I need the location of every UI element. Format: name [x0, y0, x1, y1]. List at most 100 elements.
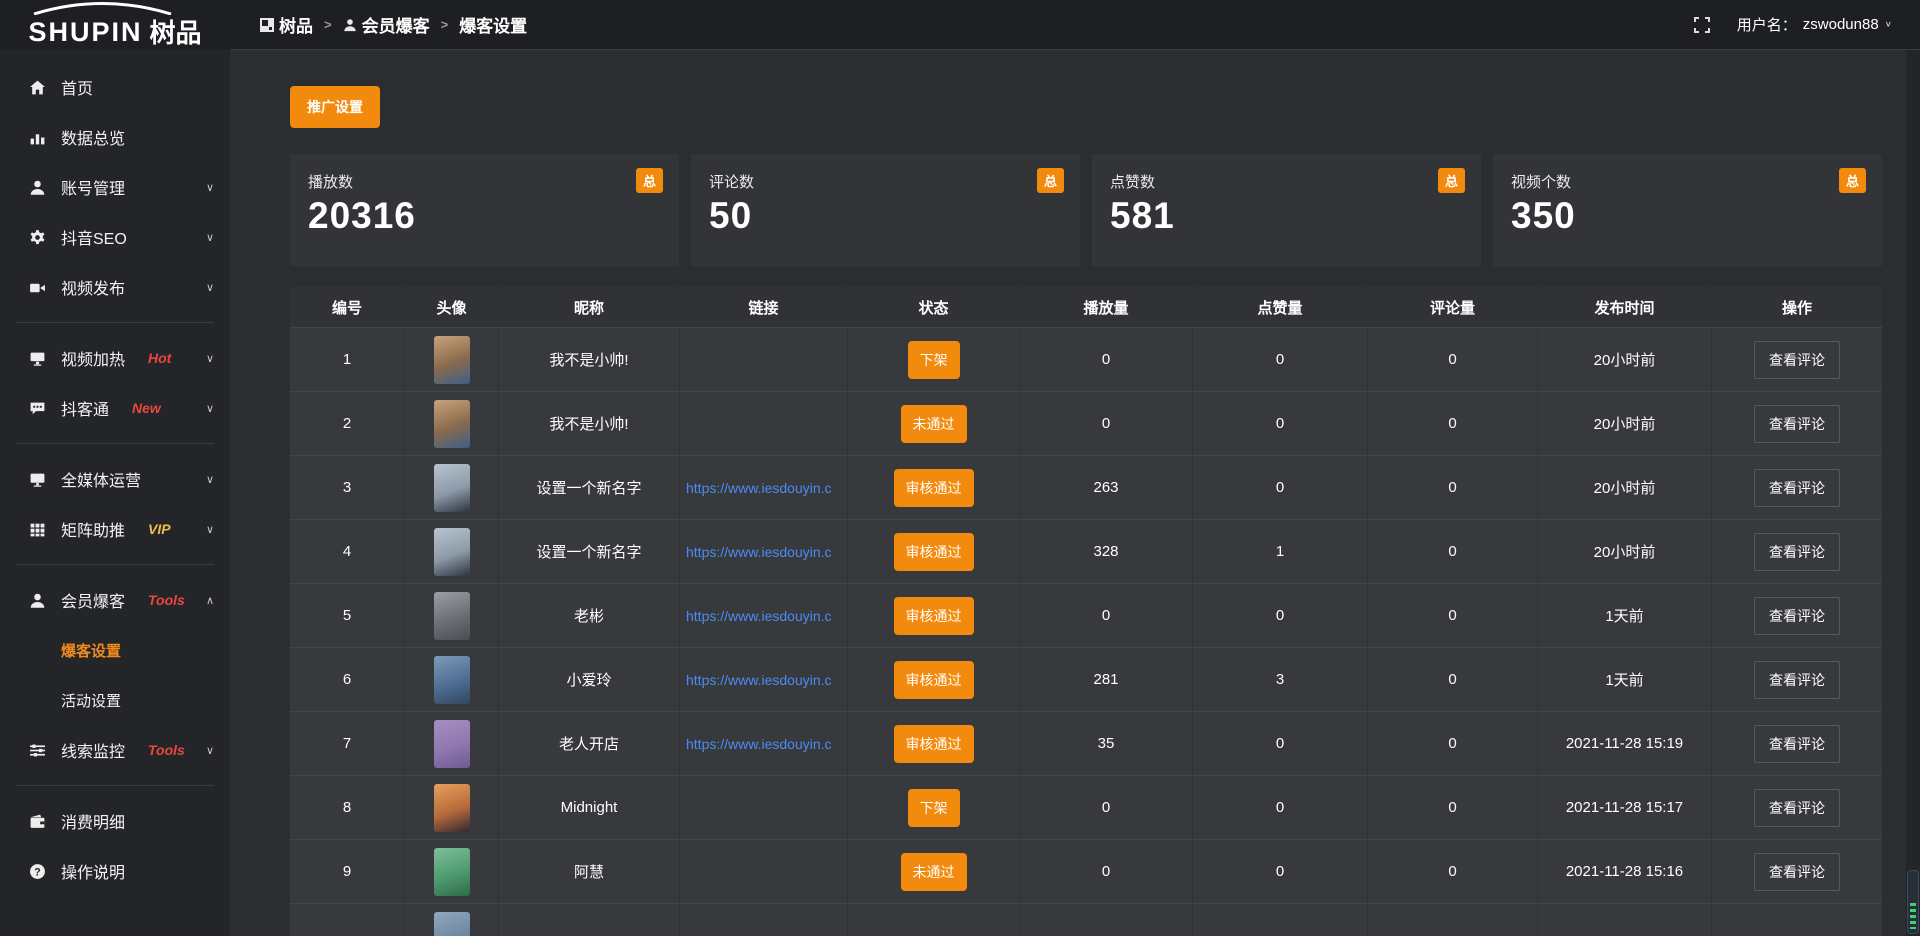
sidebar-item-video-publish[interactable]: 视频发布∨	[0, 262, 230, 312]
plays-count: 35	[1098, 735, 1115, 752]
main-content: 推广设置 播放数20316总评论数50总点赞数581总视频个数350总 编号头像…	[230, 50, 1906, 936]
sidebar-item-douyin-seo[interactable]: 抖音SEO∨	[0, 212, 230, 262]
cell-status: 未通过	[848, 840, 1020, 903]
sliders-icon	[28, 741, 46, 759]
view-comments-button[interactable]: 查看评论	[1754, 789, 1840, 827]
stat-cards: 播放数20316总评论数50总点赞数581总视频个数350总	[290, 154, 1882, 266]
sidebar-item-consumption-details[interactable]: 消费明细	[0, 796, 230, 846]
breadcrumb-label: 树品	[279, 12, 313, 37]
scrollbar-track[interactable]	[1906, 0, 1920, 936]
likes-count: 0	[1276, 735, 1284, 752]
sidebar-item-account-management[interactable]: 账号管理∨	[0, 162, 230, 212]
row-index: 4	[343, 543, 351, 560]
status-button[interactable]: 未通过	[901, 853, 967, 891]
chart-icon	[28, 128, 46, 146]
cell-comments: 0	[1368, 776, 1538, 839]
table-header-cell: 操作	[1712, 287, 1882, 327]
video-table: 编号头像昵称链接状态播放量点赞量评论量发布时间操作 1我不是小帅!下架00020…	[290, 287, 1882, 936]
cell-avatar	[405, 712, 499, 775]
fullscreen-icon[interactable]	[1693, 16, 1711, 34]
status-button[interactable]: 下架	[908, 789, 960, 827]
sidebar-item-data-overview[interactable]: 数据总览	[0, 112, 230, 162]
likes-count: 0	[1276, 479, 1284, 496]
sidebar-item-label: 数据总览	[61, 125, 125, 149]
table-row: 1我不是小帅!下架00020小时前查看评论	[290, 327, 1882, 391]
breadcrumb-item-member-baoke[interactable]: 会员爆客	[343, 12, 430, 37]
video-link[interactable]: https://www.iesdouyin.c	[686, 544, 832, 560]
cell-time: 20小时前	[1538, 328, 1712, 391]
table-header-cell: 评论量	[1368, 287, 1538, 327]
breadcrumb-separator: >	[324, 17, 332, 32]
view-comments-button[interactable]: 查看评论	[1754, 661, 1840, 699]
cell-link: https://www.iesdouyin.c	[680, 520, 848, 583]
video-link[interactable]: https://www.iesdouyin.c	[686, 608, 832, 624]
sidebar-divider	[16, 785, 214, 786]
table-header-cell: 链接	[680, 287, 848, 327]
status-button[interactable]: 审核通过	[894, 533, 974, 571]
sidebar-item-member-baoke[interactable]: 会员爆客Tools∧	[0, 575, 230, 625]
sidebar-subitem-activity-settings[interactable]: 活动设置	[0, 675, 230, 725]
breadcrumb-label: 会员爆客	[362, 12, 430, 37]
sidebar-item-matrix-boost[interactable]: 矩阵助推VIP∨	[0, 504, 230, 554]
sidebar-item-label: 矩阵助推	[61, 517, 125, 541]
cell-action	[1712, 904, 1882, 936]
sidebar-item-home[interactable]: 首页	[0, 62, 230, 112]
view-comments-button[interactable]: 查看评论	[1754, 533, 1840, 571]
sidebar-item-clue-monitor[interactable]: 线索监控Tools∨	[0, 725, 230, 775]
cell-avatar	[405, 840, 499, 903]
video-link[interactable]: https://www.iesdouyin.c	[686, 736, 832, 752]
view-comments-button[interactable]: 查看评论	[1754, 341, 1840, 379]
cell-likes: 0	[1193, 328, 1368, 391]
cell-link	[680, 392, 848, 455]
comments-count: 0	[1448, 415, 1456, 432]
status-button[interactable]: 审核通过	[894, 725, 974, 763]
cell-time	[1538, 904, 1712, 936]
promotion-settings-button[interactable]: 推广设置	[290, 86, 380, 128]
view-comments-button[interactable]: 查看评论	[1754, 597, 1840, 635]
table-row: 2我不是小帅!未通过00020小时前查看评论	[290, 391, 1882, 455]
comments-count: 0	[1448, 735, 1456, 752]
view-comments-button[interactable]: 查看评论	[1754, 725, 1840, 763]
breadcrumb-item-shupin[interactable]: 树品	[260, 12, 313, 37]
logo-arc-icon	[30, 2, 175, 20]
status-button[interactable]: 未通过	[901, 405, 967, 443]
publish-time: 20小时前	[1594, 413, 1656, 434]
view-comments-button[interactable]: 查看评论	[1754, 469, 1840, 507]
status-button[interactable]: 下架	[908, 341, 960, 379]
cell-link: https://www.iesdouyin.c	[680, 456, 848, 519]
status-button[interactable]: 审核通过	[894, 661, 974, 699]
status-button[interactable]: 审核通过	[894, 597, 974, 635]
breadcrumb-item-baoke-settings[interactable]: 爆客设置	[459, 12, 527, 37]
video-link[interactable]: https://www.iesdouyin.c	[686, 672, 832, 688]
sidebar-item-douketong[interactable]: 抖客通New∨	[0, 383, 230, 433]
sidebar-subitem-label: 爆客设置	[61, 640, 121, 661]
sidebar-item-media-operation[interactable]: 全媒体运营∨	[0, 454, 230, 504]
cell-time: 2021-11-28 15:19	[1538, 712, 1712, 775]
floating-widget[interactable]	[1907, 870, 1919, 934]
stat-card-value: 20316	[308, 195, 661, 237]
sidebar-item-operation-guide[interactable]: ?操作说明	[0, 846, 230, 896]
view-comments-button[interactable]: 查看评论	[1754, 853, 1840, 891]
cell-index: 1	[290, 328, 405, 391]
cell-nickname: 设置一个新名字	[499, 456, 680, 519]
cell-plays: 0	[1020, 584, 1193, 647]
cell-status: 审核通过	[848, 584, 1020, 647]
video-link[interactable]: https://www.iesdouyin.c	[686, 480, 832, 496]
view-comments-button[interactable]: 查看评论	[1754, 405, 1840, 443]
app-logo[interactable]: SHUPIN 树品	[0, 0, 230, 50]
sidebar-subitem-baoke-settings[interactable]: 爆客设置	[0, 625, 230, 675]
cell-plays: 263	[1020, 456, 1193, 519]
cell-likes: 0	[1193, 776, 1368, 839]
plays-count: 328	[1093, 543, 1118, 560]
user-menu[interactable]: 用户名：zswodun88 ∨	[1737, 14, 1892, 35]
cell-comments: 0	[1368, 328, 1538, 391]
comments-count: 0	[1448, 351, 1456, 368]
sidebar-item-video-heating[interactable]: 视频加热Hot∨	[0, 333, 230, 383]
top-bar: SHUPIN 树品 树品 > 会员爆客 > 爆客设置	[0, 0, 1920, 50]
sidebar-item-label: 全媒体运营	[61, 467, 141, 491]
publish-time: 1天前	[1605, 669, 1643, 690]
status-button[interactable]: 审核通过	[894, 469, 974, 507]
table-row: 9阿慧未通过0002021-11-28 15:16查看评论	[290, 839, 1882, 903]
comments-count: 0	[1448, 799, 1456, 816]
sidebar-item-label: 首页	[61, 75, 93, 99]
